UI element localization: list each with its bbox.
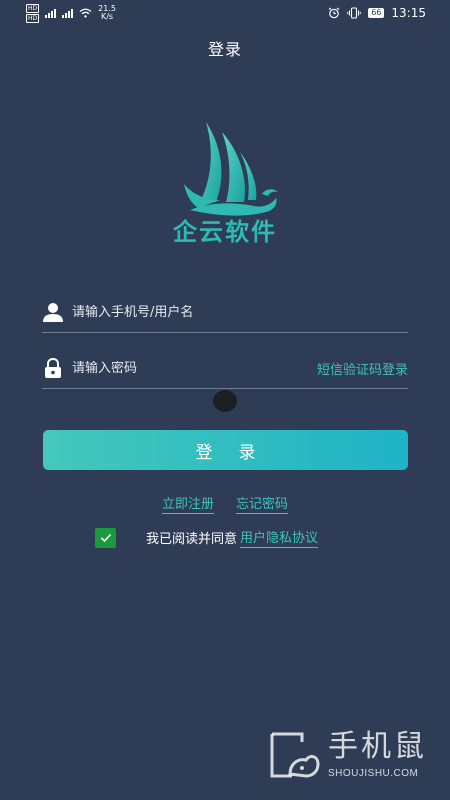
- mouse-logo-icon: [270, 732, 320, 778]
- signal-icon: [62, 8, 74, 18]
- hd-badge: HD: [26, 13, 40, 23]
- logo-text: 企云软件: [173, 218, 277, 246]
- hd-badge: HD: [26, 3, 40, 13]
- sms-login-link[interactable]: 短信验证码登录: [317, 359, 408, 378]
- page-title: 登录: [207, 40, 242, 59]
- status-right: 66 13:15: [328, 6, 426, 20]
- wifi-icon: [79, 8, 92, 18]
- watermark-subtitle: SHOUJISHU.COM: [328, 768, 419, 779]
- register-link[interactable]: 立即注册: [161, 493, 214, 514]
- touch-indicator: [213, 390, 237, 412]
- vibrate-icon: [347, 7, 361, 19]
- check-icon: [100, 533, 111, 542]
- privacy-policy-link[interactable]: 用户隐私协议: [240, 527, 319, 548]
- password-field: 短信验证码登录: [42, 348, 408, 389]
- agreement-checkbox[interactable]: [95, 527, 116, 548]
- alarm-icon: [328, 7, 340, 19]
- status-left: HD HD 21.5 K/s: [26, 3, 116, 23]
- agreement-text: 我已阅读并同意: [146, 532, 238, 547]
- network-speed-unit: K/s: [100, 12, 114, 21]
- user-icon: [43, 303, 63, 322]
- network-speed: 21.5 K/s: [98, 5, 116, 21]
- watermark-title: 手机鼠: [328, 729, 427, 764]
- watermark: 手机鼠 SHOUJISHU.COM: [266, 728, 436, 786]
- status-bar: HD HD 21.5 K/s 66 13:15: [0, 0, 450, 26]
- login-button[interactable]: 登录: [43, 430, 408, 470]
- hd-indicators: HD HD: [26, 3, 40, 23]
- agreement-row: 我已阅读并同意 用户隐私协议: [95, 527, 319, 548]
- auth-links: 立即注册 忘记密码: [0, 493, 450, 514]
- username-input[interactable]: [72, 304, 408, 320]
- username-field: [42, 292, 408, 333]
- password-input[interactable]: [72, 360, 317, 376]
- status-time: 13:15: [391, 6, 426, 20]
- signal-icon: [45, 8, 57, 18]
- lock-icon: [45, 357, 61, 378]
- battery-icon: 66: [368, 8, 385, 18]
- forgot-password-link[interactable]: 忘记密码: [236, 493, 289, 514]
